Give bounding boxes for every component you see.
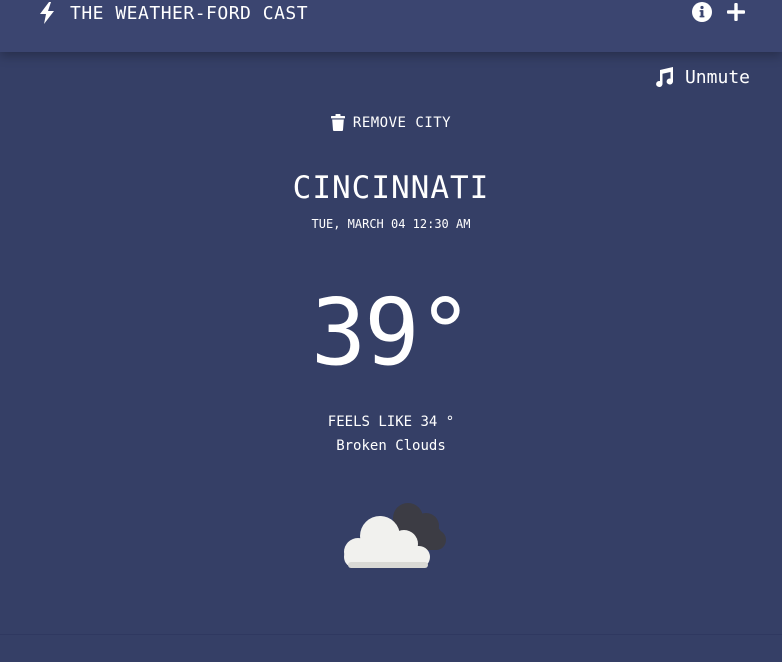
unmute-label: Unmute [684,66,750,88]
weather-description: Broken Clouds [336,438,446,454]
music-note-icon [653,66,675,88]
date-time: TUE, MARCH 04 12:30 AM [311,217,471,231]
top-bar: THE WEATHER-FORD CAST [0,0,782,52]
divider [0,634,782,635]
app-title: THE WEATHER-FORD CAST [70,2,309,24]
temperature: 39° [310,279,473,386]
unmute-button[interactable]: Unmute [653,66,750,88]
remove-city-button[interactable]: REMOVE CITY [0,114,782,131]
brand: THE WEATHER-FORD CAST [38,2,308,24]
broken-clouds-icon [336,496,448,576]
top-actions [692,2,746,22]
remove-city-label: REMOVE CITY [352,114,452,131]
bolt-icon [38,2,56,24]
info-icon[interactable] [692,2,712,22]
trash-icon [330,114,345,131]
plus-icon[interactable] [726,2,746,22]
city-name: CINCINNATI [292,170,490,206]
feels-like: FEELS LIKE 34 ° [327,414,455,430]
